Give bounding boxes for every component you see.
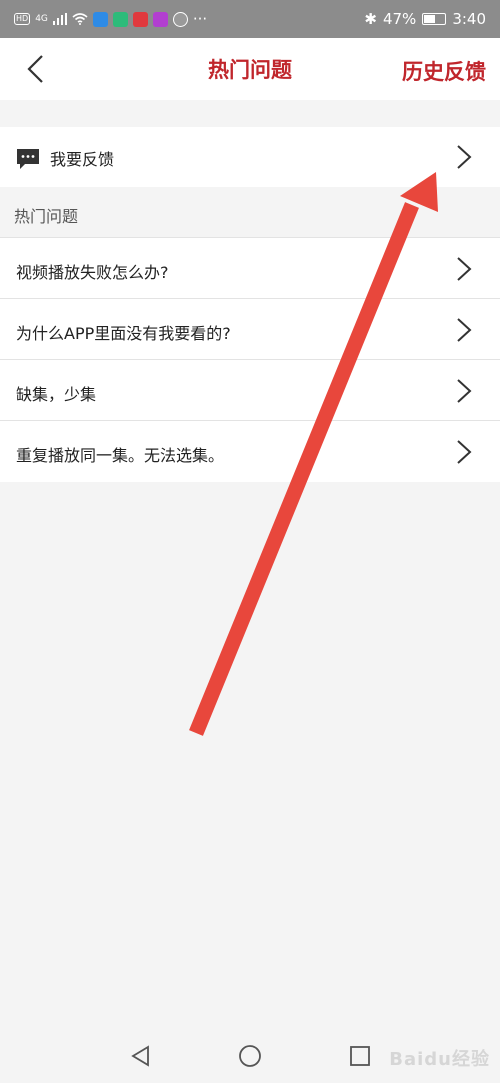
faq-list: 视频播放失败怎么办? 为什么APP里面没有我要看的? 缺集，少集 重复播放同一集… [0, 237, 500, 482]
app-notification-icon-green [112, 11, 128, 27]
section-title: 热门问题 [14, 207, 79, 226]
faq-item[interactable]: 缺集，少集 [0, 360, 500, 421]
feedback-row[interactable]: 我要反馈 [0, 127, 500, 187]
bluetooth-icon: ✱ [364, 10, 377, 28]
more-notifications: ··· [192, 10, 208, 28]
faq-item-text: 视频播放失败怎么办? [16, 263, 169, 282]
app-screen: HD 4G ··· ✱ 47% 3:40 热门问题 历史反馈 我要反馈 热门问题… [0, 0, 500, 1083]
faq-item-text: 缺集，少集 [16, 385, 97, 404]
back-button[interactable] [18, 52, 52, 86]
status-left: HD 4G ··· [14, 10, 364, 28]
signal-icon [52, 13, 67, 25]
feedback-label: 我要反馈 [50, 150, 115, 169]
nav-recents-button[interactable] [346, 1042, 374, 1070]
history-feedback-button[interactable]: 历史反馈 [402, 56, 486, 86]
battery-percent: 47% [382, 10, 417, 28]
chevron-right-icon [457, 440, 472, 464]
faq-item-text: 重复播放同一集。无法选集。 [16, 446, 225, 465]
hd-badge: HD [14, 13, 31, 25]
faq-item[interactable]: 视频播放失败怎么办? [0, 238, 500, 299]
app-notification-icon-pink [152, 11, 168, 27]
chevron-right-icon [457, 257, 472, 281]
clock: 3:40 [452, 10, 486, 28]
header: 热门问题 历史反馈 [0, 38, 500, 100]
app-notification-icon-hand [172, 11, 188, 27]
faq-item-text: 为什么APP里面没有我要看的? [16, 324, 231, 343]
status-right: ✱ 47% 3:40 [364, 10, 486, 28]
wifi-icon [72, 13, 88, 25]
chevron-left-icon [27, 55, 43, 83]
watermark: Baidu经验 [389, 1049, 490, 1070]
triangle-back-icon [131, 1045, 149, 1067]
faq-item[interactable]: 为什么APP里面没有我要看的? [0, 299, 500, 360]
square-recents-icon [350, 1046, 370, 1066]
battery-icon [422, 13, 447, 25]
chevron-right-icon [457, 379, 472, 403]
faq-item[interactable]: 重复播放同一集。无法选集。 [0, 421, 500, 482]
battery-fill [424, 15, 435, 23]
nav-home-button[interactable] [236, 1042, 264, 1070]
nav-back-button[interactable] [126, 1042, 154, 1070]
circle-home-icon [239, 1045, 261, 1067]
chevron-right-icon [457, 318, 472, 342]
message-icon [17, 149, 39, 169]
app-notification-icon-red [132, 11, 148, 27]
network-label: 4G [35, 14, 48, 24]
chevron-right-icon [457, 145, 472, 169]
app-notification-icon-blue [92, 11, 108, 27]
status-bar: HD 4G ··· ✱ 47% 3:40 [0, 0, 500, 38]
